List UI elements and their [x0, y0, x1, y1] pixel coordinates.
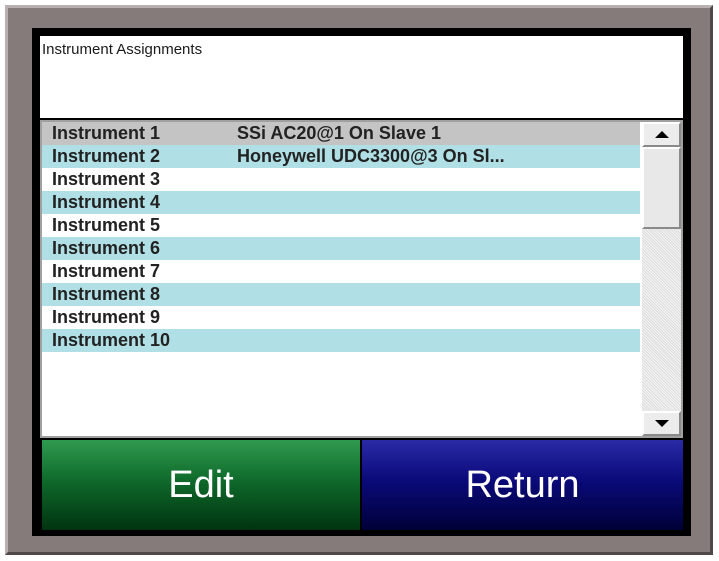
instrument-row[interactable]: Instrument 3	[42, 168, 640, 191]
instrument-row[interactable]: Instrument 4	[42, 191, 640, 214]
instrument-row[interactable]: Instrument 5	[42, 214, 640, 237]
instrument-rows: Instrument 1 SSi AC20@1 On Slave 1 Instrum…	[42, 122, 640, 352]
instrument-name: Instrument 5	[52, 215, 161, 235]
instrument-name: Instrument 9	[52, 307, 161, 327]
instrument-name: Instrument 7	[52, 261, 161, 281]
instrument-list[interactable]: Instrument 1 SSi AC20@1 On Slave 1 Instrum…	[40, 120, 683, 438]
instrument-assignment: SSi AC20@1 On Slave 1	[237, 123, 441, 143]
instrument-assignment	[237, 214, 640, 237]
instrument-row[interactable]: Instrument 9	[42, 306, 640, 329]
list-scrollbar[interactable]	[642, 122, 681, 436]
scroll-up-button[interactable]	[642, 122, 681, 147]
instrument-assignment	[237, 306, 640, 329]
instrument-row[interactable]: Instrument 2 Honeywell UDC3300@3 On Sl...	[42, 145, 640, 168]
instrument-assignment	[237, 191, 640, 214]
hmi-screen: Instrument Assignments Instrument 1 SSi A…	[32, 28, 691, 536]
instrument-name: Instrument 4	[52, 192, 161, 212]
instrument-assignment	[237, 237, 640, 260]
scroll-thumb[interactable]	[642, 147, 681, 229]
instrument-row[interactable]: Instrument 10	[42, 329, 640, 352]
instrument-assignment	[237, 168, 640, 191]
title-panel: Instrument Assignments	[40, 36, 683, 118]
instrument-row[interactable]: Instrument 8	[42, 283, 640, 306]
scroll-down-button[interactable]	[642, 411, 681, 436]
instrument-name: Instrument 3	[52, 169, 161, 189]
instrument-name: Instrument 8	[52, 284, 161, 304]
instrument-assignment: Honeywell UDC3300@3 On Sl...	[237, 146, 505, 166]
arrow-down-icon	[654, 420, 669, 427]
edit-button[interactable]: Edit	[42, 440, 360, 530]
page-title: Instrument Assignments	[42, 41, 203, 58]
instrument-name: Instrument 10	[52, 330, 171, 350]
instrument-assignment	[237, 329, 640, 352]
instrument-assignment	[237, 283, 640, 306]
instrument-name: Instrument 2	[52, 146, 161, 166]
arrow-up-icon	[654, 131, 669, 138]
instrument-row[interactable]: Instrument 1 SSi AC20@1 On Slave 1	[42, 122, 640, 145]
return-button[interactable]: Return	[362, 440, 683, 530]
instrument-row[interactable]: Instrument 7	[42, 260, 640, 283]
instrument-row[interactable]: Instrument 6	[42, 237, 640, 260]
instrument-name: Instrument 1	[52, 123, 161, 143]
instrument-assignment	[237, 260, 640, 283]
instrument-name: Instrument 6	[52, 238, 161, 258]
